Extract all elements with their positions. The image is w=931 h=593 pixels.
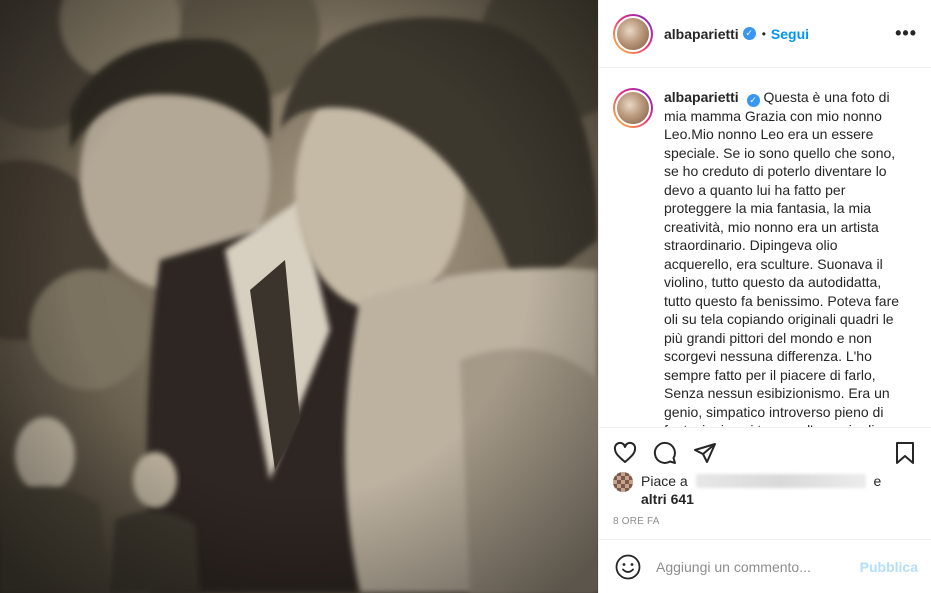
heart-icon[interactable]: [613, 439, 653, 467]
likes-count[interactable]: altri 641: [641, 491, 694, 507]
post-header: albaparietti ✓ • Segui •••: [599, 0, 931, 68]
verified-badge-icon: ✓: [742, 27, 756, 40]
photo-illustration: [0, 0, 598, 593]
bookmark-icon[interactable]: [893, 439, 917, 467]
comment-bubble-icon[interactable]: [653, 439, 693, 467]
likes-summary: Piace a e altri 641: [599, 472, 931, 508]
separator-dot: •: [761, 26, 766, 41]
verified-badge-icon: ✓: [746, 93, 760, 107]
smiley-icon[interactable]: [615, 554, 641, 580]
caption-section: albaparietti ✓ Questa è una foto di mia …: [599, 68, 931, 428]
caption-username[interactable]: albaparietti: [664, 89, 739, 105]
likes-text: Piace a e altri 641: [641, 472, 881, 508]
author-avatar[interactable]: [613, 13, 653, 54]
post-photo[interactable]: [0, 0, 598, 593]
caption: albaparietti ✓ Questa è una foto di mia …: [664, 88, 904, 427]
comment-composer: Pubblica: [599, 539, 931, 593]
paper-plane-icon[interactable]: [693, 439, 733, 467]
post-side-panel: albaparietti ✓ • Segui ••• albaparietti …: [598, 0, 931, 593]
blurred-liker-name[interactable]: [695, 474, 866, 488]
caption-author-avatar[interactable]: [613, 88, 653, 128]
follow-button[interactable]: Segui: [771, 26, 809, 42]
likes-prefix: Piace a: [641, 473, 688, 489]
author-username[interactable]: albaparietti: [664, 26, 739, 42]
more-options-icon[interactable]: •••: [895, 23, 917, 44]
caption-body: Questa è una foto di mia mamma Grazia co…: [664, 89, 900, 427]
post-actions: [599, 428, 931, 472]
likes-suffix: e: [873, 473, 882, 489]
publish-button[interactable]: Pubblica: [860, 559, 918, 575]
comment-input[interactable]: [656, 558, 860, 575]
liker-avatar[interactable]: [613, 472, 633, 492]
